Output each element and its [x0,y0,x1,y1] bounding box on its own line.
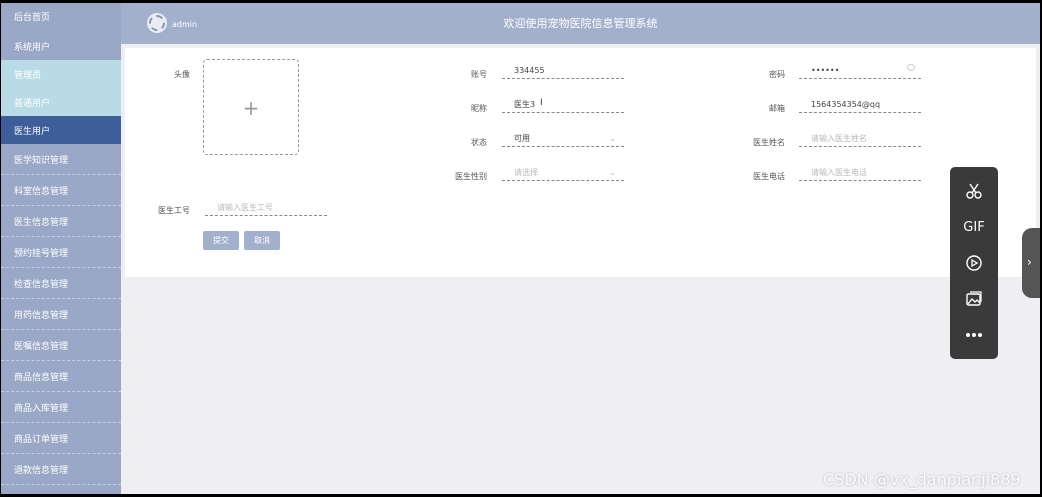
submit-button[interactable]: 提交 [203,231,239,250]
chevron-down-icon: ⌄ [609,168,616,177]
doctor-id-label: 医生工号 [158,206,190,215]
sidebar-item-home[interactable]: 后台首页 [1,3,121,29]
email-label: 邮箱 [769,104,785,113]
sidebar-item-medical-knowledge[interactable]: 医学知识管理 [1,144,121,175]
sidebar-item-doctor-users[interactable]: 医生用户 [1,116,121,144]
sidebar-item-examinations[interactable]: 检查信息管理 [1,268,121,299]
sidebar: 后台首页 系统用户 管理员 普通用户 医生用户 医学知识管理 科室信息管理 医生… [1,3,121,494]
password-label: 密码 [769,70,785,79]
sidebar-item-medications[interactable]: 用药信息管理 [1,299,121,330]
page-title: 欢迎使用宠物医院信息管理系统 [503,17,658,30]
sidebar-item-doctors[interactable]: 医生信息管理 [1,206,121,237]
sidebar-item-orders[interactable]: 商品订单管理 [1,423,121,454]
avatar-label: 头像 [174,70,190,79]
sidebar-item-refunds[interactable]: 退款信息管理 [1,454,121,485]
floating-toolbar: GIF [950,167,998,359]
doctor-name-input[interactable]: 请输入医生姓名 [799,133,921,147]
expand-tab[interactable]: › [1022,228,1040,298]
doctor-phone-input[interactable]: 请输入医生电话 [799,167,921,181]
email-input[interactable]: 1564354354@qq [799,99,921,113]
avatar-upload[interactable]: + [203,59,299,155]
password-value: •••••• [811,66,840,75]
doctor-user-form: 头像 + 账号 334455 密码 •••••• 昵称 医生3 I 邮箱 156… [125,48,1036,277]
doctor-gender-select[interactable]: 请选择 ⌄ [502,167,624,181]
doctor-id-input[interactable]: 请输入医生工号 [205,202,327,216]
status-select[interactable]: 可用 ⌄ [502,133,624,147]
doctor-gender-placeholder: 请选择 [514,168,538,177]
status-label: 状态 [471,138,487,147]
sidebar-item-prescriptions[interactable]: 医嘱信息管理 [1,330,121,361]
app-window: 后台首页 系统用户 管理员 普通用户 医生用户 医学知识管理 科室信息管理 医生… [1,3,1040,494]
eye-icon[interactable] [907,64,915,71]
sidebar-item-appointments[interactable]: 预约挂号管理 [1,237,121,268]
scissors-icon[interactable] [950,179,998,203]
watermark: CSDN @vx_danpianji889 [823,470,1021,489]
plus-icon: + [242,96,260,120]
gif-button[interactable]: GIF [950,215,998,239]
chevron-down-icon: ⌄ [609,134,616,143]
account-input[interactable]: 334455 [502,65,624,79]
play-circle-icon[interactable] [950,251,998,275]
text-cursor-icon: I [540,98,543,108]
top-header: admin 欢迎使用宠物医院信息管理系统 [121,3,1040,44]
image-icon[interactable] [950,287,998,311]
sidebar-item-departments[interactable]: 科室信息管理 [1,175,121,206]
doctor-phone-label: 医生电话 [753,172,785,181]
sidebar-item-stock-in[interactable]: 商品入库管理 [1,392,121,423]
chevron-right-icon: › [1027,255,1032,269]
cancel-button[interactable]: 取消 [244,231,280,250]
sidebar-item-normal-users[interactable]: 普通用户 [1,88,121,116]
status-value: 可用 [514,134,530,143]
sidebar-item-admin[interactable]: 管理员 [1,60,121,88]
doctor-name-label: 医生姓名 [753,138,785,147]
nickname-label: 昵称 [471,104,487,113]
account-label: 账号 [471,70,487,79]
sidebar-item-products[interactable]: 商品信息管理 [1,361,121,392]
more-icon[interactable] [950,323,998,347]
password-input[interactable]: •••••• [799,64,921,79]
doctor-gender-label: 医生性别 [455,172,487,181]
sidebar-item-system-users[interactable]: 系统用户 [1,32,121,60]
nickname-input[interactable]: 医生3 [502,99,624,113]
